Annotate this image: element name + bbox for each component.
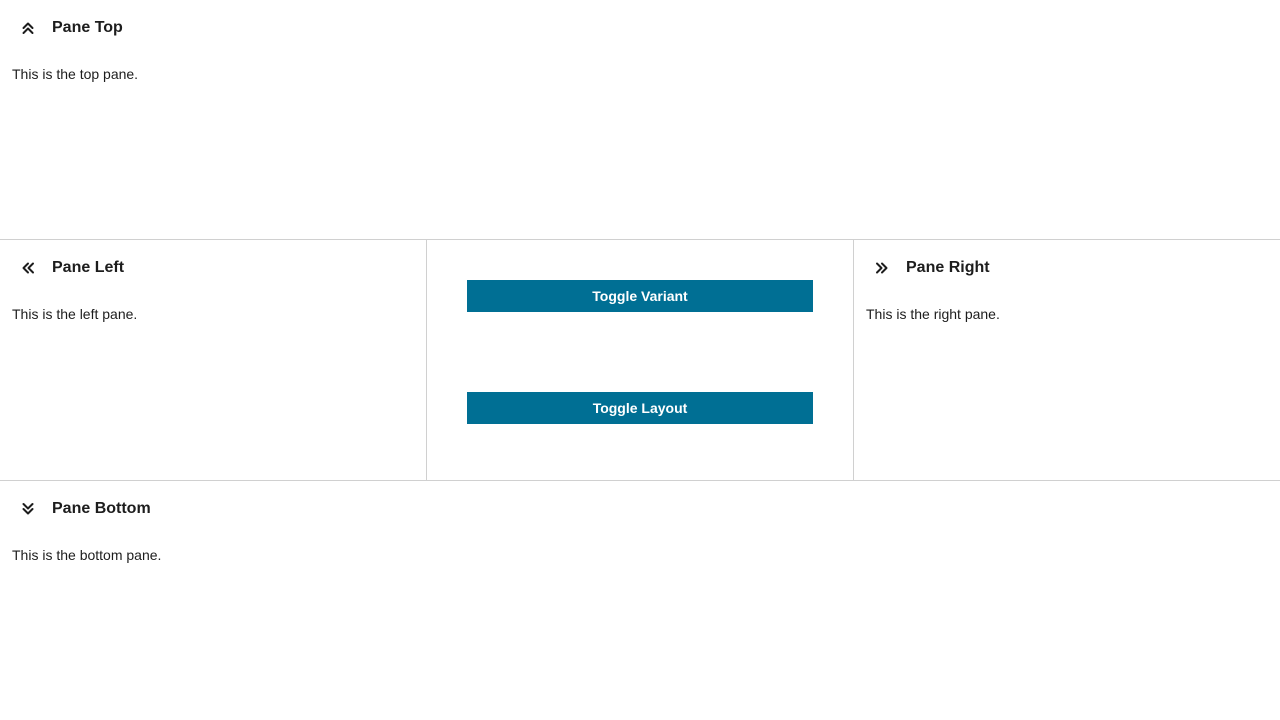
pane-bottom-text: This is the bottom pane. bbox=[12, 547, 162, 563]
pane-right-collapse-button[interactable] bbox=[866, 252, 898, 284]
pane-left-header: Pane Left bbox=[0, 240, 426, 296]
pane-top-text: This is the top pane. bbox=[12, 66, 139, 82]
pane-top-header: Pane Top bbox=[0, 0, 1280, 56]
pane-top: Pane Top This is the top pane. bbox=[0, 0, 1280, 240]
middle-row: Pane Left This is the left pane. Toggle … bbox=[0, 240, 1280, 481]
pane-right-text: This is the right pane. bbox=[866, 306, 1000, 322]
pane-left-title: Pane Left bbox=[52, 259, 125, 276]
pane-top-collapse-button[interactable] bbox=[12, 12, 44, 44]
pane-bottom-collapse-button[interactable] bbox=[12, 493, 44, 525]
pane-bottom-header: Pane Bottom bbox=[0, 481, 1280, 537]
pane-left-collapse-button[interactable] bbox=[12, 252, 44, 284]
chevrons-right-icon bbox=[876, 262, 888, 274]
toggle-variant-button[interactable]: Toggle Variant bbox=[467, 280, 813, 312]
pane-bottom-title: Pane Bottom bbox=[52, 500, 151, 517]
pane-top-title: Pane Top bbox=[52, 19, 123, 36]
pane-right-title: Pane Right bbox=[906, 259, 990, 276]
chevrons-up-icon bbox=[22, 22, 34, 34]
pane-left-text: This is the left pane. bbox=[12, 306, 138, 322]
pane-right: Pane Right This is the right pane. bbox=[854, 240, 1280, 480]
chevrons-left-icon bbox=[22, 262, 34, 274]
toggle-layout-button[interactable]: Toggle Layout bbox=[467, 392, 813, 424]
center-pane: Toggle Variant Toggle Layout bbox=[427, 240, 854, 480]
pane-bottom: Pane Bottom This is the bottom pane. bbox=[0, 481, 1280, 720]
pane-left: Pane Left This is the left pane. bbox=[0, 240, 427, 480]
pane-right-header: Pane Right bbox=[854, 240, 1280, 296]
chevrons-down-icon bbox=[22, 503, 34, 515]
